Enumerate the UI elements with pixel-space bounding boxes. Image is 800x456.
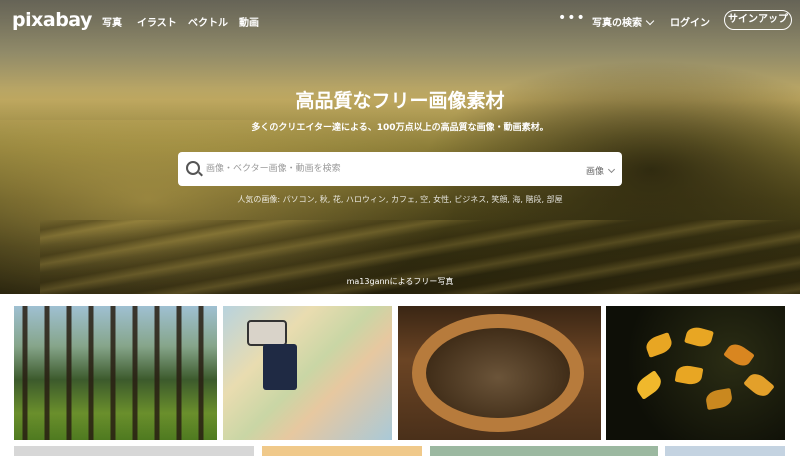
image-thumb-forest[interactable] [14,306,217,440]
chevron-down-icon [645,16,655,26]
media-type-label: 画像 [585,167,604,177]
media-type-select[interactable]: 画像 [585,164,616,177]
image-thumb-guitar-maker[interactable] [398,306,601,440]
chevron-down-icon [607,165,616,174]
search-icon[interactable] [186,161,200,175]
passport-shape [263,344,297,390]
leaf-shape [633,370,665,400]
leaf-shape [743,369,775,401]
leaf-shape [674,363,704,387]
nav-link-videos[interactable]: 動画 [239,14,259,29]
explore-label: 写真の検索 [592,18,642,29]
hero-shade [0,0,800,294]
image-thumb-map[interactable] [223,306,392,440]
more-menu-icon[interactable]: ••• [558,10,586,26]
explore-dropdown[interactable]: 写真の検索 [592,14,655,29]
image-thumb-row2[interactable] [665,446,785,456]
image-thumb-row2[interactable] [262,446,422,456]
top-nav: pixabay 写真 イラスト ベクトル 動画 ••• 写真の検索 ログイン サ… [0,0,800,40]
search-bar: 画像 [178,152,622,186]
photo-credit[interactable]: ma13gannによるフリー写真 [0,276,800,287]
hero-subline: 多くのクリエイター達による、100万点以上の高品質な画像・動画素材。 [251,123,549,133]
hero-banner: pixabay 写真 イラスト ベクトル 動画 ••• 写真の検索 ログイン サ… [0,0,800,294]
image-thumb-row2[interactable] [14,446,254,456]
nav-link-illustrations[interactable]: イラスト [137,14,177,29]
popular-searches[interactable]: 人気の画像: パソコン, 秋, 花, ハロウィン, カフェ, 空, 女性, ビジ… [0,194,800,205]
nav-link-photos[interactable]: 写真 [102,14,122,29]
nav-link-vectors[interactable]: ベクトル [188,14,228,29]
leaf-shape [643,332,675,358]
forest-trees [14,306,217,440]
image-thumb-autumn-leaves[interactable] [606,306,785,440]
leaf-shape [684,324,714,350]
search-input[interactable] [206,152,576,186]
leaf-shape [723,340,755,370]
leaf-shape [704,387,734,411]
camera-shape [247,320,287,346]
image-thumb-row2[interactable] [430,446,658,456]
hero-headline: 高品質なフリー画像素材 [295,90,505,112]
login-link[interactable]: ログイン [670,14,710,29]
pixabay-logo[interactable]: pixabay [12,9,92,31]
guitar-frame-shape [412,314,584,432]
signup-button[interactable]: サインアップ [724,10,792,30]
